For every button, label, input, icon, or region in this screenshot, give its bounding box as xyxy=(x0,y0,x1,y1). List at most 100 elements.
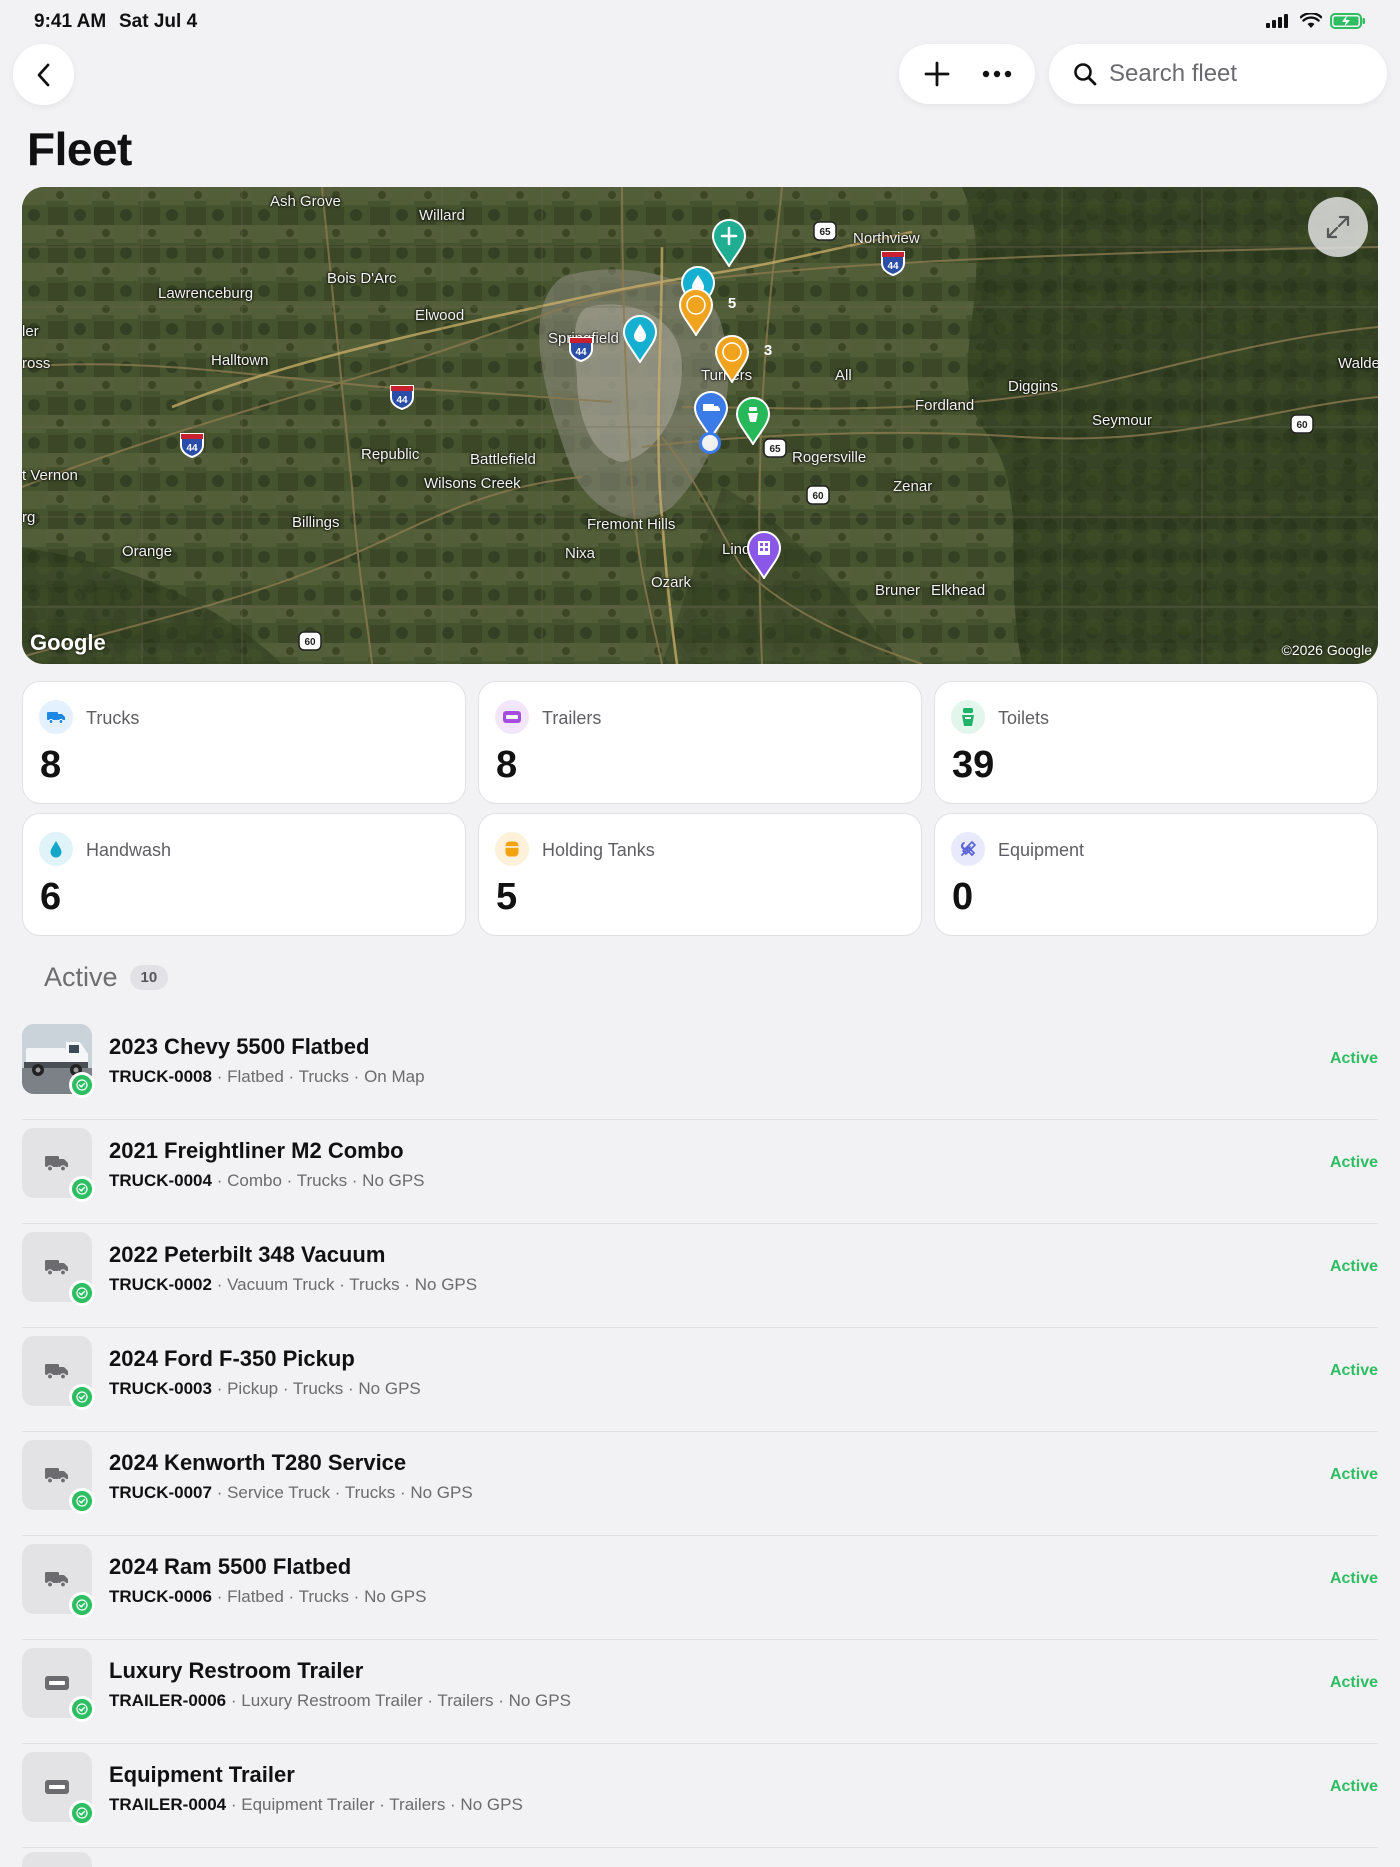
fleet-item-status: Active xyxy=(1329,1778,1378,1795)
fleet-item-id: TRAILER-0004 xyxy=(109,1795,227,1814)
section-count-badge: 10 xyxy=(129,965,169,990)
active-section-header: Active 10 xyxy=(44,962,169,993)
fleet-list-item[interactable]: Luxury Restroom Trailer TRAILER-0006 · Lu… xyxy=(22,1640,1378,1744)
svg-text:60: 60 xyxy=(1296,420,1308,431)
search-field[interactable]: Search fleet xyxy=(1049,44,1387,104)
more-options-button[interactable] xyxy=(982,70,1012,78)
map-place-label: Willard xyxy=(419,207,465,224)
status-date: Sat Jul 4 xyxy=(119,11,198,32)
summary-card-label: Holding Tanks xyxy=(542,840,655,860)
summary-card-trucks[interactable]: Trucks 8 xyxy=(22,681,466,804)
fleet-map[interactable]: Ash Grove Willard Northview Lawrenceburg Boi… xyxy=(22,187,1378,664)
map-place-label: Walde xyxy=(1338,355,1378,372)
summary-card-label: Trucks xyxy=(86,708,140,728)
route-60-shield-icon: 60 xyxy=(298,631,322,651)
map-pin-handwash[interactable] xyxy=(622,315,658,364)
map-place-label: Battlefield xyxy=(470,451,536,468)
status-check-icon xyxy=(69,1072,95,1098)
droplet-pin-icon xyxy=(622,315,658,364)
ellipsis-icon xyxy=(982,70,1011,78)
map-expand-button[interactable] xyxy=(1308,197,1368,257)
status-check-icon xyxy=(69,1280,95,1306)
svg-text:44: 44 xyxy=(396,395,408,406)
fleet-item-subtitle: TRUCK-0007 · Service Truck · Trucks · No… xyxy=(109,1483,473,1503)
map-place-label: rg xyxy=(22,509,36,526)
summary-card-holding-tanks[interactable]: Holding Tanks 5 xyxy=(478,813,922,936)
current-location-marker xyxy=(699,432,721,454)
summary-card-value: 8 xyxy=(496,744,518,786)
map-place-label: Elwood xyxy=(415,307,465,324)
map-place-label: Ozark xyxy=(651,574,692,591)
fleet-item-details: · Pickup · Trucks · No GPS xyxy=(211,1379,421,1398)
fleet-list-item[interactable]: Equipment Trailer TRAILER-0004 · Equipmen… xyxy=(22,1744,1378,1848)
fleet-item-subtitle: TRUCK-0002 · Vacuum Truck · Trucks · No … xyxy=(109,1275,477,1295)
map-pin-cluster-5[interactable]: 5 xyxy=(678,288,736,337)
status-check-icon xyxy=(69,1800,95,1826)
fleet-item-status: Active xyxy=(1329,1258,1378,1275)
summary-card-equipment[interactable]: Equipment 0 xyxy=(934,813,1378,936)
fleet-item-details: · Vacuum Truck · Trucks · No GPS xyxy=(211,1275,478,1294)
route-60-shield-icon: 60 xyxy=(806,485,830,505)
expand-icon xyxy=(1326,215,1350,239)
back-button[interactable] xyxy=(13,44,74,105)
cluster-count: 5 xyxy=(727,295,737,312)
page-title: Fleet xyxy=(27,123,132,175)
fleet-item-name: 2024 Ram 5500 Flatbed xyxy=(109,1554,352,1579)
fleet-list-item[interactable]: 2022 Peterbilt 348 Vacuum TRUCK-0002 · Va… xyxy=(22,1224,1378,1328)
status-check-icon xyxy=(69,1384,95,1410)
truck-icon xyxy=(39,700,73,734)
status-check-icon xyxy=(69,1696,95,1722)
map-place-label: Diggins xyxy=(1008,378,1059,395)
fleet-item-name: 2021 Freightliner M2 Combo xyxy=(109,1138,404,1163)
add-button[interactable] xyxy=(923,60,951,88)
map-place-label: ler xyxy=(22,323,39,340)
fleet-item-status: Active xyxy=(1329,1570,1378,1587)
summary-card-toilets[interactable]: Toilets 39 xyxy=(934,681,1378,804)
summary-card-label: Trailers xyxy=(542,708,602,728)
svg-text:60: 60 xyxy=(812,491,824,502)
interstate-44-shield-icon: 44 xyxy=(180,433,204,459)
map-place-label: Northview xyxy=(853,230,920,247)
summary-card-label: Toilets xyxy=(998,708,1050,728)
chevron-left-icon xyxy=(37,63,49,86)
summary-card-trailers[interactable]: Trailers 8 xyxy=(478,681,922,804)
summary-card-value: 0 xyxy=(952,876,974,918)
map-pin-toilet[interactable] xyxy=(735,397,771,446)
fleet-list-item[interactable]: 2023 Chevy 5500 Flatbed TRUCK-0008 · Flat… xyxy=(22,1016,1378,1120)
fleet-list-item[interactable]: 2024 Ram 5500 Flatbed TRUCK-0006 · Flatbe… xyxy=(22,1536,1378,1640)
fleet-item-status: Active xyxy=(1329,1362,1378,1379)
map-place-label: Ash Grove xyxy=(270,193,341,210)
fleet-item-name: 2024 Ford F-350 Pickup xyxy=(109,1346,355,1371)
map-pin-toilet[interactable] xyxy=(711,219,747,268)
map-place-label: Orange xyxy=(122,543,173,560)
fleet-list-item[interactable]: 2024 Kenworth T280 Service TRUCK-0007 · S… xyxy=(22,1432,1378,1536)
map-place-label: Nixa xyxy=(565,545,596,562)
fleet-item-id: TRUCK-0003 xyxy=(109,1379,212,1398)
status-time: 9:41 AM xyxy=(34,11,107,32)
map-copyright: ©2026 Google xyxy=(1281,642,1373,658)
map-place-label: Republic xyxy=(361,446,420,463)
map-pin-equipment[interactable] xyxy=(746,531,782,580)
fleet-item-subtitle: TRUCK-0004 · Combo · Trucks · No GPS xyxy=(109,1171,425,1191)
summary-card-value: 39 xyxy=(952,744,995,786)
interstate-44-shield-icon: 44 xyxy=(390,385,414,411)
status-check-icon xyxy=(69,1592,95,1618)
summary-card-value: 8 xyxy=(40,744,62,786)
fleet-item-status: Active xyxy=(1329,1154,1378,1171)
svg-text:44: 44 xyxy=(186,443,198,454)
map-place-label: Halltown xyxy=(211,352,269,369)
map-pin-cluster-3[interactable]: 3 xyxy=(714,335,772,384)
fleet-list-item[interactable]: 2021 Freightliner M2 Combo TRUCK-0004 · C… xyxy=(22,1120,1378,1224)
map-place-label: Fremont Hills xyxy=(587,516,676,533)
fleet-item-subtitle: TRUCK-0003 · Pickup · Trucks · No GPS xyxy=(109,1379,421,1399)
fleet-item-name: Equipment Trailer xyxy=(109,1762,295,1787)
svg-text:65: 65 xyxy=(769,444,781,455)
fleet-item-details: · Luxury Restroom Trailer · Trailers · N… xyxy=(226,1691,571,1710)
fleet-list: 2023 Chevy 5500 Flatbed TRUCK-0008 · Flat… xyxy=(22,1016,1378,1848)
search-placeholder: Search fleet xyxy=(1109,60,1238,87)
fleet-list-item[interactable]: 2024 Ford F-350 Pickup TRUCK-0003 · Picku… xyxy=(22,1328,1378,1432)
toilet-pin-icon xyxy=(711,219,747,268)
status-bar: 9:41 AM Sat Jul 4 xyxy=(0,0,1400,40)
summary-card-handwash[interactable]: Handwash 6 xyxy=(22,813,466,936)
map-place-label: All xyxy=(835,367,852,384)
